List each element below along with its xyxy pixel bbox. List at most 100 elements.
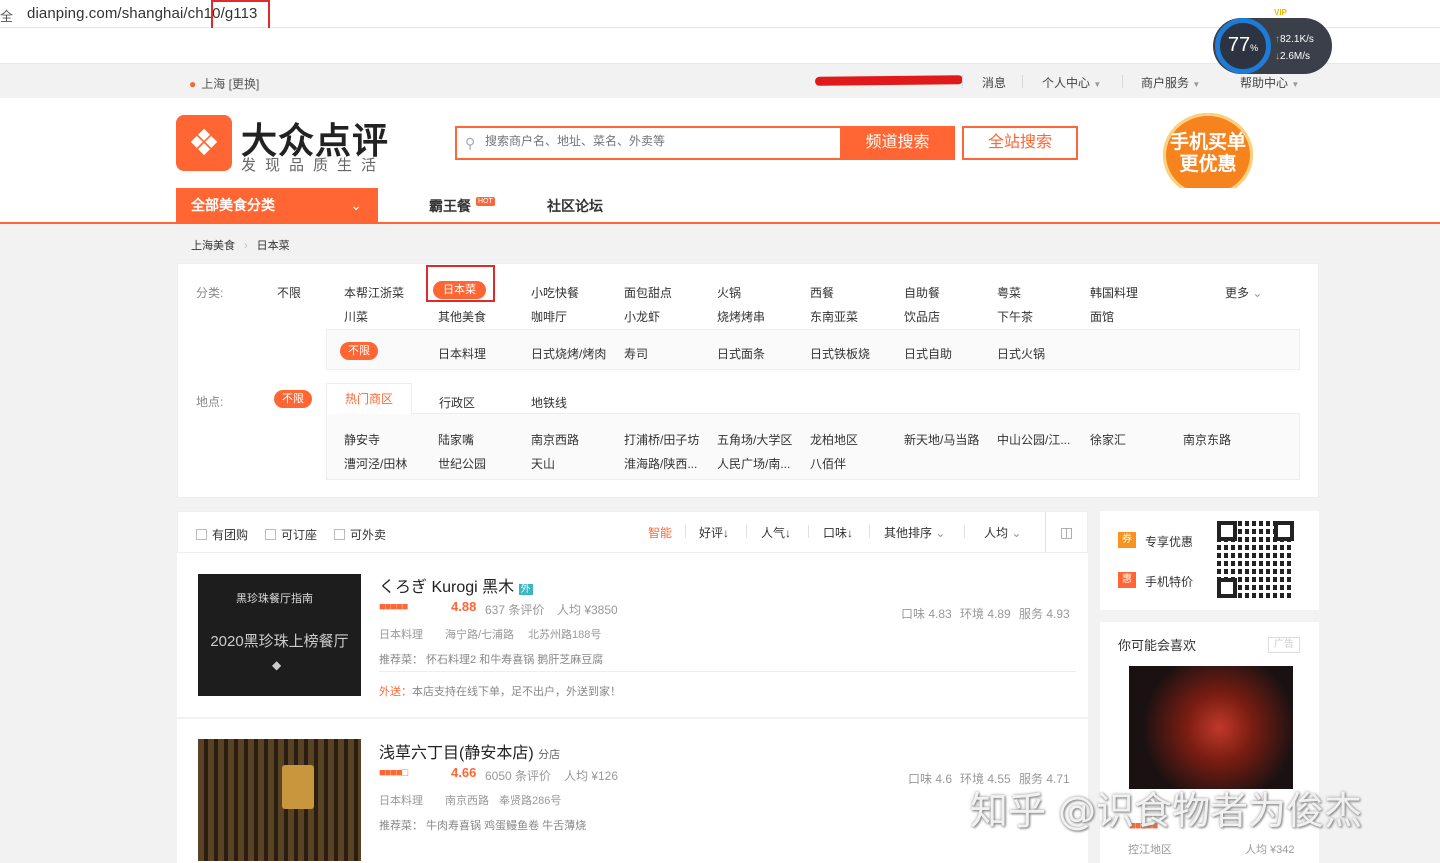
search-input[interactable] [485, 134, 825, 148]
qr-code [1217, 521, 1294, 598]
area-item[interactable]: 龙柏地区 [810, 431, 858, 448]
mobile-deal-link[interactable]: 手机特价 [1145, 573, 1193, 590]
checkbox-group-buy[interactable]: 有团购 [196, 526, 248, 543]
messages-link[interactable]: 消息 [982, 74, 1006, 91]
tab-hot-districts[interactable]: 热门商区 [326, 383, 412, 415]
category-item[interactable]: 下午茶 [997, 308, 1033, 325]
mobile-app-promo[interactable]: 手机买单 更优惠 [1163, 113, 1253, 197]
review-count[interactable]: 637 条评价 [485, 601, 544, 618]
area-item[interactable]: 天山 [531, 455, 555, 472]
sort-popularity[interactable]: 人气↓ [761, 524, 791, 541]
area-item[interactable]: 新天地/马当路 [904, 431, 979, 448]
sort-taste[interactable]: 口味↓ [823, 524, 853, 541]
recommended-dishes[interactable]: 推荐菜： 牛肉寿喜锅 鸡蛋鳗鱼卷 牛舌薄烧 [379, 817, 586, 833]
category-unlimited[interactable]: 不限 [277, 284, 301, 301]
category-item[interactable]: 西餐 [810, 284, 834, 301]
category-item[interactable]: 面包甜点 [624, 284, 672, 301]
area-item[interactable]: 五角场/大学区 [717, 431, 792, 448]
category-item[interactable]: 烧烤烤串 [717, 308, 765, 325]
divider [869, 525, 870, 538]
area-item[interactable]: 人民广场/南... [717, 455, 790, 472]
shop-photo[interactable] [198, 739, 361, 861]
nav-forum[interactable]: 社区论坛 [547, 196, 603, 216]
star-rating: ■■■■■ [379, 601, 408, 613]
category-item[interactable]: 饮品店 [904, 308, 940, 325]
caret-down-icon: ▼ [1291, 80, 1300, 89]
category-item[interactable]: 面馆 [1090, 308, 1114, 325]
category-item[interactable]: 其他美食 [438, 308, 486, 325]
subcategory-item[interactable]: 日本料理 [438, 345, 486, 362]
search-field[interactable]: ⚲ [455, 126, 841, 160]
checkbox-delivery[interactable]: 可外卖 [334, 526, 386, 543]
area-item[interactable]: 徐家汇 [1090, 431, 1126, 448]
category-item[interactable]: 火锅 [717, 284, 741, 301]
recommendations-title: 你可能会喜欢 [1118, 638, 1197, 653]
subcategory-item[interactable]: 寿司 [624, 345, 648, 362]
map-view-icon[interactable]: ◫ [1060, 524, 1073, 541]
category-item[interactable]: 韩国料理 [1090, 284, 1138, 301]
subcategory-item[interactable]: 日式烧烤/烤肉 [531, 345, 606, 362]
category-item[interactable]: 东南亚菜 [810, 308, 858, 325]
shop-name[interactable]: 浅草六丁目(静安本店) 分店 [379, 739, 560, 763]
area-item[interactable]: 南京东路 [1183, 431, 1231, 448]
more-categories-button[interactable]: 更多 ⌄ [1225, 284, 1262, 301]
area-item[interactable]: 漕河泾/田林 [344, 455, 407, 472]
site-search-button[interactable]: 全站搜索 [962, 126, 1078, 160]
breadcrumb-link[interactable]: 上海美食 [191, 240, 235, 252]
cuisine-tag[interactable]: 日本料理 [379, 626, 423, 642]
subcategory-item[interactable]: 日式自助 [904, 345, 952, 362]
category-item[interactable]: 粤菜 [997, 284, 1021, 301]
city-selector[interactable]: ● 上海 [更换] [189, 75, 259, 92]
area-item[interactable]: 八佰伴 [810, 455, 846, 472]
sort-arrow-icon: ↓ [847, 526, 854, 540]
category-item[interactable]: 本帮江浙菜 [344, 284, 404, 301]
cuisine-tag[interactable]: 日本料理 [379, 792, 423, 808]
sort-smart[interactable]: 智能 [648, 524, 672, 541]
area-item[interactable]: 打浦桥/田子坊 [624, 431, 699, 448]
help-center-menu[interactable]: 帮助中心 ▼ [1240, 74, 1299, 91]
vip-crown-icon: VIP [1274, 8, 1287, 17]
sort-rating[interactable]: 好评↓ [699, 524, 729, 541]
subcategory-item[interactable]: 日式铁板烧 [810, 345, 870, 362]
area-tag[interactable]: 海宁路/七浦路 [445, 626, 514, 642]
area-item[interactable]: 世纪公园 [438, 455, 486, 472]
all-categories-dropdown[interactable]: 全部美食分类 ⌄ [176, 188, 378, 222]
category-item[interactable]: 自助餐 [904, 284, 940, 301]
area-item[interactable]: 南京西路 [531, 431, 579, 448]
shop-photo[interactable]: 黑珍珠餐厅指南 2020黑珍珠上榜餐厅 ◆ [198, 574, 361, 696]
review-count[interactable]: 6050 条评价 [485, 767, 551, 784]
location-unlimited[interactable]: 不限 [274, 390, 312, 408]
subcategory-item[interactable]: 日式面条 [717, 345, 765, 362]
subcategory-unlimited[interactable]: 不限 [340, 342, 378, 360]
shop-name[interactable]: くろぎ Kurogi 黑木 外 [379, 573, 533, 597]
sort-price[interactable]: 人均 ⌄ [984, 524, 1021, 541]
channel-search-button[interactable]: 频道搜索 [840, 126, 955, 160]
tab-administrative[interactable]: 行政区 [439, 394, 475, 411]
personal-center-menu[interactable]: 个人中心 ▼ [1042, 74, 1101, 91]
subcategory-item[interactable]: 日式火锅 [997, 345, 1045, 362]
recommended-dish-photo[interactable] [1129, 666, 1293, 789]
chevron-down-icon: ⌄ [1252, 286, 1263, 300]
url-highlight-box [211, 0, 270, 30]
sort-other[interactable]: 其他排序 ⌄ [884, 524, 945, 541]
change-city-link[interactable]: [更换] [229, 77, 260, 91]
area-item[interactable]: 静安寺 [344, 431, 380, 448]
dianping-logo-icon[interactable]: ❖ [176, 115, 232, 171]
network-speed-widget[interactable]: 77% ↑82.1K/s ↓2.6M/s [1213, 18, 1332, 74]
nav-bawangcan[interactable]: 霸王餐 [429, 196, 471, 216]
category-item[interactable]: 咖啡厅 [531, 308, 567, 325]
category-item[interactable]: 小吃快餐 [531, 284, 579, 301]
area-item[interactable]: 中山公园/江... [997, 431, 1070, 448]
category-item[interactable]: 川菜 [344, 308, 368, 325]
area-tag[interactable]: 南京西路 [445, 792, 489, 808]
recommended-dishes[interactable]: 推荐菜： 怀石料理2 和牛寿喜锅 鹅肝芝麻豆腐 [379, 651, 603, 667]
category-item[interactable]: 小龙虾 [624, 308, 660, 325]
area-item[interactable]: 淮海路/陕西... [624, 455, 697, 472]
selected-category-highlight [426, 265, 495, 302]
divider [808, 525, 809, 538]
checkbox-reservable[interactable]: 可订座 [265, 526, 317, 543]
area-item[interactable]: 陆家嘴 [438, 431, 474, 448]
exclusive-offer-link[interactable]: 专享优惠 [1145, 533, 1193, 550]
tab-metro[interactable]: 地铁线 [531, 394, 567, 411]
merchant-services-menu[interactable]: 商户服务 ▼ [1141, 74, 1200, 91]
